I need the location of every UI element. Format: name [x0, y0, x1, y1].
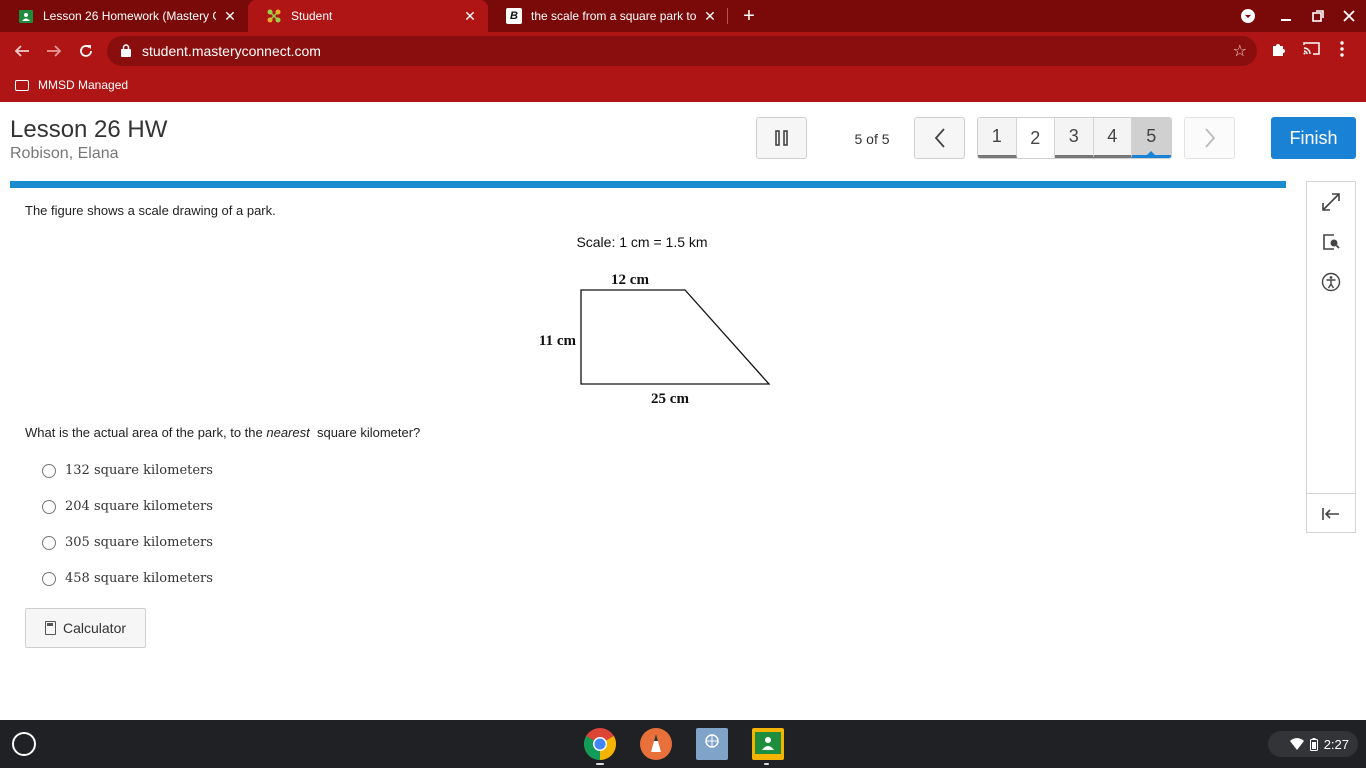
brainly-icon: B	[506, 8, 522, 24]
park-scale-figure: Scale: 1 cm = 1.5 km 12 cm 11 cm 25 cm	[539, 234, 771, 407]
browser-tab-brainly[interactable]: B the scale from a square park to a ✕	[488, 0, 728, 32]
os-shelf	[0, 720, 1366, 768]
tab-separator	[727, 8, 728, 24]
browser-tab-lesson-homework[interactable]: Lesson 26 Homework (Mastery C ✕	[0, 0, 248, 32]
managed-folder-icon	[15, 79, 29, 91]
radio-button[interactable]	[42, 499, 56, 514]
tab-title: Student	[291, 9, 333, 23]
chevron-left-icon	[934, 128, 945, 148]
browser-tabstrip: Lesson 26 Homework (Mastery C ✕ Student …	[0, 0, 1366, 32]
wifi-icon	[1289, 738, 1304, 750]
answer-choice-a[interactable]: 132 square kilometers	[42, 463, 213, 478]
clock-time: 2:27	[1323, 736, 1349, 752]
radio-button[interactable]	[42, 571, 56, 586]
close-icon[interactable]: ✕	[702, 8, 718, 25]
chrome-icon[interactable]	[583, 728, 617, 761]
page-title: Lesson 26 HW	[10, 116, 168, 143]
pause-icon	[774, 130, 788, 146]
figure-scale-label: Scale: 1 cm = 1.5 km	[576, 234, 707, 250]
lock-icon	[121, 44, 131, 57]
menu-kebab-icon[interactable]	[1340, 41, 1344, 61]
question-progress: 5 of 5	[854, 131, 890, 147]
url-text: student.masteryconnect.com	[142, 43, 321, 59]
question-top-bar	[10, 181, 1286, 188]
question-number-5[interactable]: 5	[1132, 118, 1171, 158]
question-prompt: What is the actual area of the park, to …	[25, 425, 420, 440]
classroom-icon	[18, 8, 34, 24]
extensions-puzzle-icon[interactable]	[1271, 41, 1287, 61]
battery-icon	[1309, 737, 1318, 751]
collapse-rail-icon[interactable]	[1319, 502, 1343, 526]
status-tray[interactable]: 2:27	[1268, 731, 1358, 757]
bookmark-folder-mmsd[interactable]: MMSD Managed	[15, 78, 128, 92]
question-number-1[interactable]: 1	[978, 118, 1017, 158]
answer-choice-d[interactable]: 458 square kilometers	[42, 571, 213, 586]
close-window-icon[interactable]	[1332, 0, 1366, 32]
student-name: Robison, Elana	[10, 145, 119, 162]
trapezoid-shape	[580, 289, 771, 385]
radio-button[interactable]	[42, 535, 56, 550]
previous-question-button[interactable]	[914, 117, 965, 159]
line-reader-icon[interactable]	[1319, 230, 1343, 254]
accessibility-icon[interactable]	[1319, 270, 1343, 294]
bookmark-label: MMSD Managed	[38, 78, 129, 92]
running-indicator	[764, 763, 769, 765]
expand-icon[interactable]	[1319, 190, 1343, 214]
tab-title: Lesson 26 Homework (Mastery C	[43, 9, 216, 23]
bookmarks-bar: MMSD Managed	[0, 70, 1366, 102]
launcher-circle-icon[interactable]	[12, 732, 36, 756]
figure-top-side-label: 12 cm	[611, 272, 649, 288]
next-question-button[interactable]	[1184, 117, 1235, 159]
question-number-2[interactable]: 2	[1016, 118, 1055, 158]
choice-label: 305 square kilometers	[65, 535, 213, 550]
cast-icon[interactable]	[1303, 41, 1320, 60]
close-icon[interactable]: ✕	[462, 8, 478, 25]
browser-tab-student[interactable]: Student ✕	[248, 0, 488, 32]
finish-button[interactable]: Finish	[1271, 117, 1356, 159]
question-number-3[interactable]: 3	[1055, 118, 1094, 158]
tab-title: the scale from a square park to a	[531, 9, 696, 23]
close-icon[interactable]: ✕	[222, 8, 238, 25]
answer-choice-c[interactable]: 305 square kilometers	[42, 535, 213, 550]
restore-icon[interactable]	[1301, 0, 1335, 32]
figure-left-side-label: 11 cm	[539, 333, 577, 349]
question-stem: The figure shows a scale drawing of a pa…	[25, 203, 276, 218]
question-number-4[interactable]: 4	[1093, 118, 1132, 158]
browser-toolbar: student.masteryconnect.com ☆	[0, 32, 1366, 70]
prompt-text-end: square kilometer?	[309, 425, 421, 440]
reload-icon[interactable]	[73, 38, 99, 64]
calculator-label: Calculator	[62, 620, 127, 636]
calculator-icon	[44, 621, 56, 635]
question-navigator: 1 2 3 4 5	[977, 117, 1172, 159]
choice-label: 458 square kilometers	[65, 571, 213, 586]
new-tab-plus-icon[interactable]: +	[737, 4, 761, 28]
choice-label: 204 square kilometers	[65, 499, 213, 514]
minimize-icon[interactable]	[1269, 0, 1303, 32]
back-arrow-icon[interactable]	[9, 38, 35, 64]
chevron-right-icon	[1204, 128, 1215, 148]
rail-divider	[1307, 493, 1355, 494]
figure-bottom-side-label: 25 cm	[651, 391, 689, 407]
prompt-emphasis: nearest	[266, 425, 310, 440]
forward-arrow-icon[interactable]	[41, 38, 67, 64]
mastery-connect-icon	[266, 8, 282, 24]
radio-button[interactable]	[42, 463, 56, 478]
address-bar[interactable]: student.masteryconnect.com ☆	[107, 36, 1257, 66]
choice-label: 132 square kilometers	[65, 463, 213, 478]
answer-choice-b[interactable]: 204 square kilometers	[42, 499, 213, 514]
pencil-app-icon[interactable]	[640, 728, 672, 760]
bookmark-star-icon[interactable]: ☆	[1233, 41, 1247, 61]
student-app-icon[interactable]	[696, 728, 728, 760]
prompt-text: What is the actual area of the park, to …	[25, 425, 267, 440]
calculator-button[interactable]: Calculator	[25, 608, 146, 648]
tool-rail	[1306, 181, 1356, 533]
tab-search-chevron-icon[interactable]	[1231, 0, 1265, 32]
pause-button[interactable]	[756, 117, 807, 159]
classroom-icon[interactable]	[752, 728, 784, 760]
running-indicator	[596, 763, 604, 765]
